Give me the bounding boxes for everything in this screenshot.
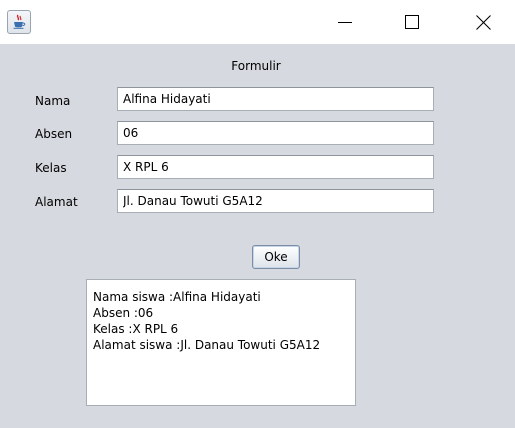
- maximize-button[interactable]: [389, 0, 435, 44]
- close-button[interactable]: [460, 0, 506, 44]
- output-textarea[interactable]: Nama siswa :Alfina Hidayati Absen :06 Ke…: [86, 279, 356, 406]
- output-line-nama: Nama siswa :Alfina Hidayati: [93, 290, 261, 304]
- label-alamat: Alamat: [35, 195, 78, 209]
- maximize-icon: [405, 15, 419, 29]
- label-kelas: Kelas: [35, 161, 67, 175]
- label-nama: Nama: [35, 94, 71, 108]
- absen-input[interactable]: [117, 121, 434, 145]
- title-bar[interactable]: [0, 0, 515, 44]
- close-icon: [475, 14, 491, 30]
- form-title: Formulir: [231, 59, 281, 73]
- alamat-input[interactable]: [117, 189, 434, 213]
- ok-button[interactable]: Oke: [252, 245, 300, 269]
- minimize-button[interactable]: [322, 0, 368, 44]
- minimize-icon: [338, 22, 352, 23]
- kelas-input[interactable]: [117, 155, 434, 179]
- output-line-alamat: Alamat siswa :Jl. Danau Towuti G5A12: [93, 338, 321, 352]
- label-absen: Absen: [35, 127, 73, 141]
- java-cup-icon[interactable]: [7, 10, 31, 34]
- app-window: Formulir Nama Absen Kelas Alamat Oke Nam…: [0, 0, 515, 428]
- output-line-kelas: Kelas :X RPL 6: [93, 322, 179, 336]
- output-line-absen: Absen :06: [93, 306, 154, 320]
- nama-input[interactable]: [117, 87, 434, 111]
